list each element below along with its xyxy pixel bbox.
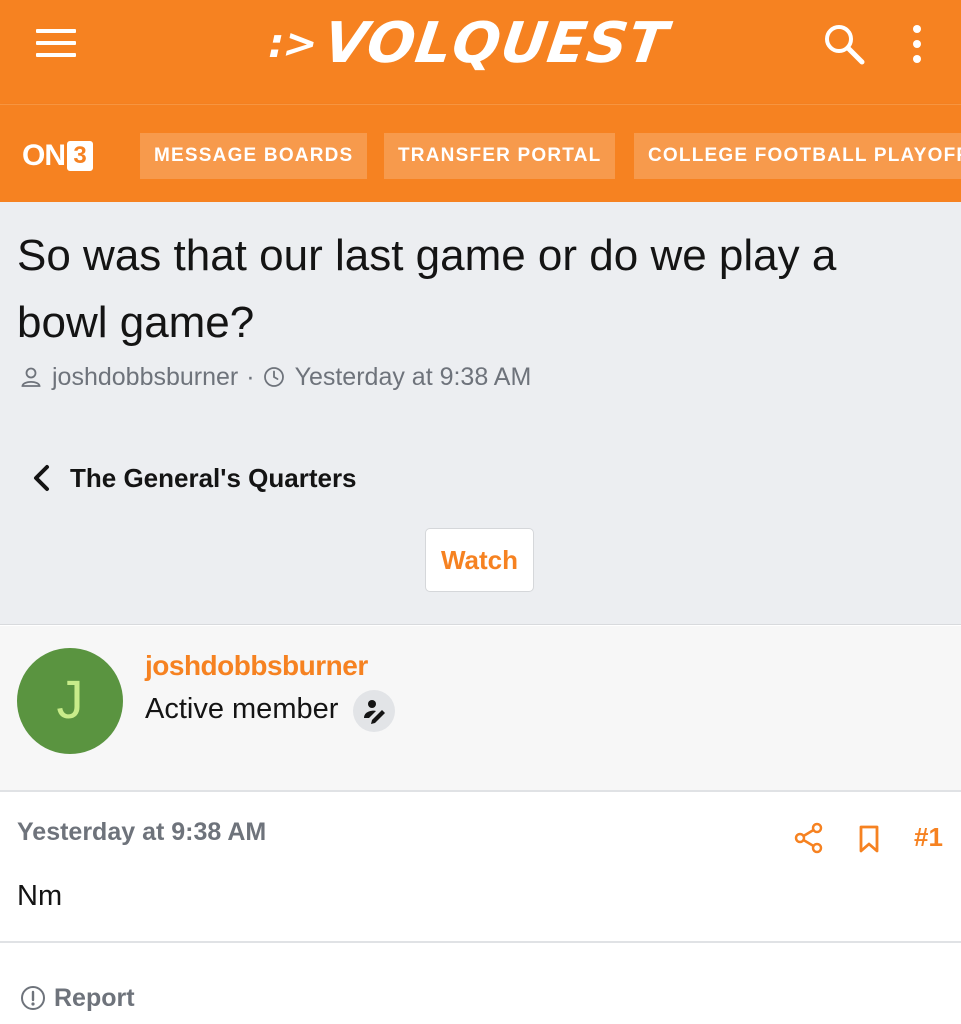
meta-separator: · xyxy=(246,362,255,391)
watch-button[interactable]: Watch xyxy=(425,528,534,592)
breadcrumb-forum: The General's Quarters xyxy=(70,462,357,493)
thread-timestamp[interactable]: Yesterday at 9:38 AM xyxy=(295,363,532,392)
user-title: Active member xyxy=(145,693,339,725)
hamburger-menu-icon[interactable] xyxy=(34,26,78,60)
post-number[interactable]: #1 xyxy=(914,822,943,853)
post-username[interactable]: joshdobbsburner xyxy=(145,650,368,682)
nav-transfer-portal[interactable]: TRANSFER PORTAL xyxy=(384,133,616,179)
breadcrumb[interactable]: The General's Quarters xyxy=(30,458,357,498)
post-date[interactable]: Yesterday at 9:38 AM xyxy=(17,818,266,847)
site-name: VOLQUEST xyxy=(319,11,672,76)
bookmark-icon[interactable] xyxy=(857,824,881,854)
nav-message-boards[interactable]: MESSAGE BOARDS xyxy=(140,133,368,179)
share-icon[interactable] xyxy=(793,822,825,854)
nav-bar: ON 3 MESSAGE BOARDS TRANSFER PORTAL COLLE… xyxy=(0,104,961,202)
report-button[interactable]: Report xyxy=(20,980,135,1016)
vertical-dots-icon[interactable] xyxy=(902,22,932,66)
user-edit-icon xyxy=(353,690,395,732)
chevron-left-icon xyxy=(34,465,49,491)
thread-meta: joshdobbsburner · Yesterday at 9:38 AM xyxy=(20,360,531,394)
post-body: Nm xyxy=(17,880,63,912)
clock-icon xyxy=(263,367,284,387)
alert-circle-icon xyxy=(21,986,45,1010)
top-bar: :> VOLQUEST xyxy=(0,0,961,104)
divider xyxy=(0,941,961,943)
search-icon[interactable] xyxy=(822,22,866,66)
user-icon xyxy=(21,367,41,387)
site-logo[interactable]: :> VOLQUEST xyxy=(263,11,672,76)
thread-title: So was that our last game or do we play … xyxy=(17,231,837,347)
on3-logo[interactable]: ON 3 xyxy=(22,139,93,173)
avatar[interactable]: J xyxy=(17,648,123,754)
nav-college-football-playoff[interactable]: COLLEGE FOOTBALL PLAYOFF xyxy=(634,133,961,179)
logo-mark: :> xyxy=(263,21,323,67)
report-label: Report xyxy=(54,983,135,1012)
thread-author[interactable]: joshdobbsburner xyxy=(52,363,238,392)
